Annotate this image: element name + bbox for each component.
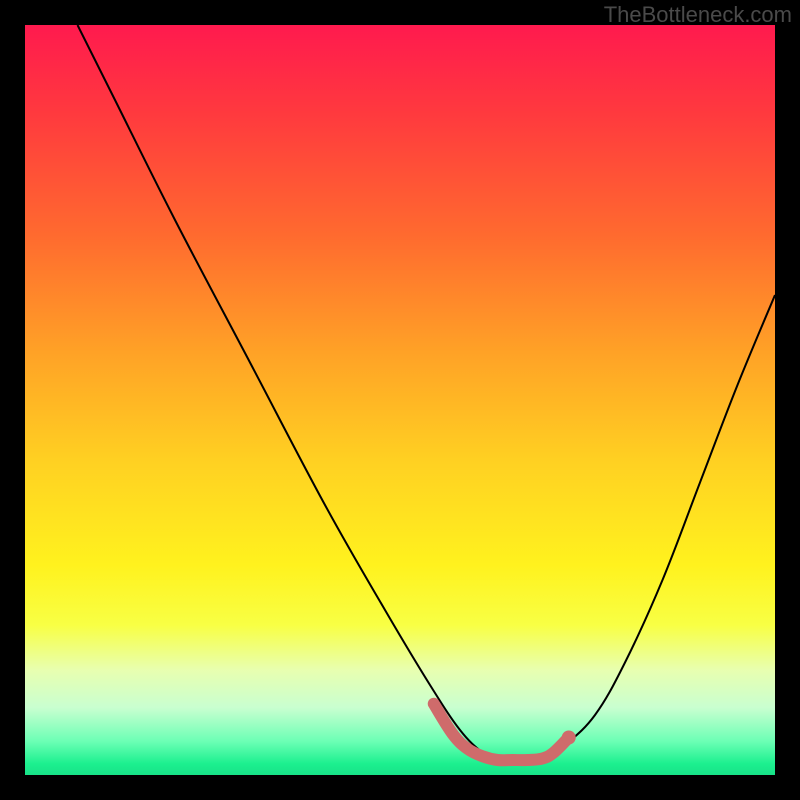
optimal-zone-end-dot [562,731,576,745]
plot-outer [25,25,775,775]
chart-svg [25,25,775,775]
chart-frame: TheBottleneck.com [0,0,800,800]
plot-area [25,25,775,775]
gradient-background [25,25,775,775]
